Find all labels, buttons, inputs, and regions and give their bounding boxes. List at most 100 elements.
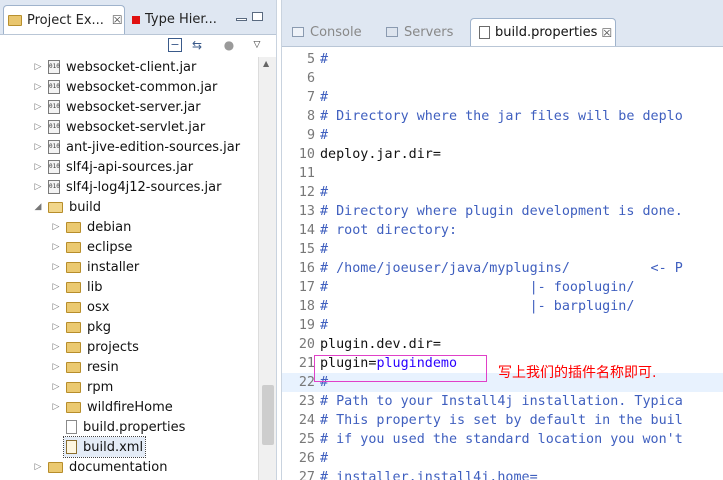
line-number: 9 — [306, 128, 315, 143]
code-line: 23 # Path to your Install4j installation.… — [282, 392, 723, 411]
line-text: deploy.jar.dir= — [320, 147, 441, 162]
tree-item-label: websocket-client.jar — [66, 59, 197, 75]
line-number: 18 — [298, 299, 315, 314]
expand-arrow-icon[interactable]: ▷ — [32, 62, 44, 72]
tree-item-ant-jive[interactable]: ▷ 010 ant-jive-edition-sources.jar — [32, 137, 241, 157]
tree-item-label: build — [69, 199, 101, 215]
tree-item-osx[interactable]: ▷ osx — [50, 297, 110, 317]
link-with-editor-icon[interactable]: ⇆ — [190, 38, 204, 52]
line-number: 12 — [298, 185, 315, 200]
expand-arrow-icon[interactable]: ▷ — [50, 402, 62, 412]
tree-item-eclipse[interactable]: ▷ eclipse — [50, 237, 133, 257]
line-number: 15 — [298, 242, 315, 257]
tree-item-slf4j-api[interactable]: ▷ 010 slf4j-api-sources.jar — [32, 157, 194, 177]
line-text: # — [320, 90, 329, 105]
folder-icon — [66, 321, 81, 333]
tree-item-label: ant-jive-edition-sources.jar — [66, 139, 241, 155]
collapse-all-icon[interactable]: − — [168, 38, 182, 52]
collapse-arrow-icon[interactable]: ◢ — [32, 202, 44, 212]
tree-item-websocket-client[interactable]: ▷ 010 websocket-client.jar — [32, 57, 197, 77]
code-line: 6 — [282, 69, 723, 88]
tree-item-slf4j-log4j12[interactable]: ▷ 010 slf4j-log4j12-sources.jar — [32, 177, 222, 197]
tree-item-websocket-server[interactable]: ▷ 010 websocket-server.jar — [32, 97, 201, 117]
servers-icon — [386, 27, 398, 37]
line-number: 26 — [298, 451, 315, 466]
code-line: 15 # — [282, 240, 723, 259]
expand-arrow-icon[interactable]: ▷ — [50, 242, 62, 252]
tree-item-wildfirehome[interactable]: ▷ wildfireHome — [50, 397, 173, 417]
code-line: 18 # |- barplugin/ — [282, 297, 723, 316]
tree-item-lib[interactable]: ▷ lib — [50, 277, 103, 297]
annotation-highlight-box — [314, 355, 487, 382]
tree-item-label: lib — [87, 279, 103, 295]
code-line: 27 # installer.install4j.home= — [282, 468, 723, 480]
line-number: 19 — [298, 318, 315, 333]
jar-icon: 010 — [48, 140, 60, 154]
scroll-up-icon[interactable]: ▲ — [263, 59, 269, 68]
tree-item-documentation[interactable]: ▷ documentation — [32, 457, 168, 477]
scrollbar-thumb[interactable] — [262, 385, 274, 445]
view-menu-icon[interactable]: ▽ — [250, 38, 264, 52]
expand-arrow-icon[interactable]: ▷ — [32, 82, 44, 92]
expand-arrow-icon[interactable]: ▷ — [50, 362, 62, 372]
minimize-icon[interactable] — [236, 18, 247, 21]
line-number: 20 — [298, 337, 315, 352]
expand-arrow-icon[interactable]: ▷ — [32, 162, 44, 172]
line-text: # — [320, 451, 329, 466]
expand-arrow-icon[interactable]: ▷ — [32, 182, 44, 192]
folder-icon — [66, 241, 81, 253]
tree-item-websocket-servlet[interactable]: ▷ 010 websocket-servlet.jar — [32, 117, 206, 137]
type-hierarchy-icon — [132, 15, 140, 24]
jar-icon: 010 — [48, 80, 60, 94]
line-text: # installer.install4j.home= — [320, 470, 538, 480]
filter-icon[interactable]: ● — [222, 38, 236, 52]
code-line: 10 deploy.jar.dir= — [282, 145, 723, 164]
tree-item-label: slf4j-api-sources.jar — [66, 159, 194, 175]
tree-item-debian[interactable]: ▷ debian — [50, 217, 132, 237]
tree-item-build-xml[interactable]: build.xml — [62, 436, 147, 458]
code-editor[interactable]: 5 # 6 7 # 8 # Directory where the jar files… — [282, 47, 723, 480]
code-line: 14 # root directory: — [282, 221, 723, 240]
expand-arrow-icon[interactable]: ▷ — [32, 142, 44, 152]
properties-file-icon — [66, 420, 77, 434]
tree-item-build[interactable]: ◢ build — [32, 197, 101, 217]
expand-arrow-icon[interactable]: ▷ — [32, 122, 44, 132]
jar-icon: 010 — [48, 120, 60, 134]
line-number: 10 — [298, 147, 315, 162]
expand-arrow-icon[interactable]: ▷ — [50, 262, 62, 272]
close-icon[interactable]: ☒ — [112, 13, 123, 27]
tree-item-label: websocket-servlet.jar — [66, 119, 206, 135]
tab-project-explorer[interactable]: Project Ex... ☒ — [3, 5, 125, 34]
maximize-icon[interactable] — [252, 12, 263, 21]
folder-icon — [66, 381, 81, 393]
expand-arrow-icon[interactable]: ▷ — [50, 282, 62, 292]
tree-item-projects[interactable]: ▷ projects — [50, 337, 139, 357]
line-number: 5 — [306, 52, 315, 67]
expand-arrow-icon[interactable]: ▷ — [32, 462, 44, 472]
tree-item-installer[interactable]: ▷ installer — [50, 257, 140, 277]
folder-icon — [66, 301, 81, 313]
line-number: 6 — [306, 71, 315, 86]
line-text: # root directory: — [320, 223, 458, 238]
tab-build-properties-label: build.properties — [495, 25, 598, 40]
expand-arrow-icon[interactable]: ▷ — [50, 342, 62, 352]
tab-build-properties[interactable]: build.properties ☒ — [470, 18, 616, 46]
line-text: # — [320, 128, 329, 143]
expand-arrow-icon[interactable]: ▷ — [50, 302, 62, 312]
tree-item-pkg[interactable]: ▷ pkg — [50, 317, 112, 337]
tab-console[interactable]: Console — [292, 18, 362, 46]
tree-item-websocket-common[interactable]: ▷ 010 websocket-common.jar — [32, 77, 218, 97]
expand-arrow-icon[interactable]: ▷ — [50, 222, 62, 232]
expand-arrow-icon[interactable]: ▷ — [50, 382, 62, 392]
tab-servers[interactable]: Servers — [386, 18, 453, 46]
tree-item-resin[interactable]: ▷ resin — [50, 357, 119, 377]
expand-arrow-icon[interactable]: ▷ — [32, 102, 44, 112]
tab-type-hierarchy[interactable]: Type Hier... — [126, 5, 236, 34]
jar-icon: 010 — [48, 100, 60, 114]
project-explorer-pane: Project Ex... ☒ Type Hier... − ⇆ ● ▽ ▷ 0… — [0, 0, 277, 480]
close-icon[interactable]: ☒ — [601, 26, 612, 40]
expand-arrow-icon[interactable]: ▷ — [50, 322, 62, 332]
tree-item-rpm[interactable]: ▷ rpm — [50, 377, 114, 397]
tree-item-build-properties[interactable]: build.properties — [66, 417, 185, 437]
tree-scrollbar[interactable]: ▲ — [258, 57, 276, 480]
